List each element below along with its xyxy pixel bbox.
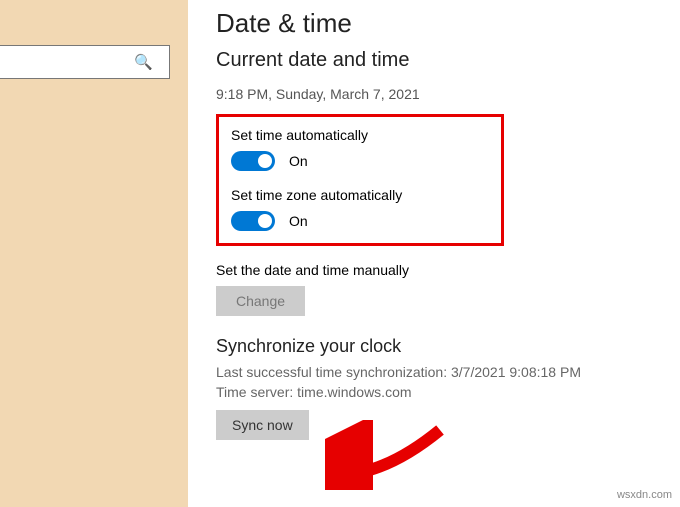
main-content: Date & time Current date and time 9:18 P… — [188, 0, 680, 507]
set-time-auto-state: On — [289, 153, 308, 169]
page-title: Date & time — [216, 8, 668, 39]
highlight-box: Set time automatically On Set time zone … — [216, 114, 504, 246]
search-icon: 🔍 — [134, 53, 153, 71]
page-subtitle: Current date and time — [216, 49, 668, 72]
sync-last: Last successful time synchronization: 3/… — [216, 363, 668, 383]
set-time-auto-label: Set time automatically — [231, 127, 489, 143]
set-tz-auto-state: On — [289, 213, 308, 229]
search-input[interactable]: 🔍 — [0, 45, 170, 79]
watermark: wsxdn.com — [617, 489, 672, 501]
manual-section: Set the date and time manually Change — [216, 262, 668, 316]
change-button: Change — [216, 286, 305, 316]
current-datetime: 9:18 PM, Sunday, March 7, 2021 — [216, 86, 668, 102]
manual-label: Set the date and time manually — [216, 262, 409, 278]
sync-info: Last successful time synchronization: 3/… — [216, 363, 668, 402]
set-tz-auto-toggle[interactable] — [231, 211, 275, 231]
sync-now-button[interactable]: Sync now — [216, 410, 309, 440]
sync-server: Time server: time.windows.com — [216, 383, 668, 403]
sync-heading: Synchronize your clock — [216, 336, 668, 357]
set-time-auto-toggle[interactable] — [231, 151, 275, 171]
set-tz-auto-label: Set time zone automatically — [231, 187, 489, 203]
